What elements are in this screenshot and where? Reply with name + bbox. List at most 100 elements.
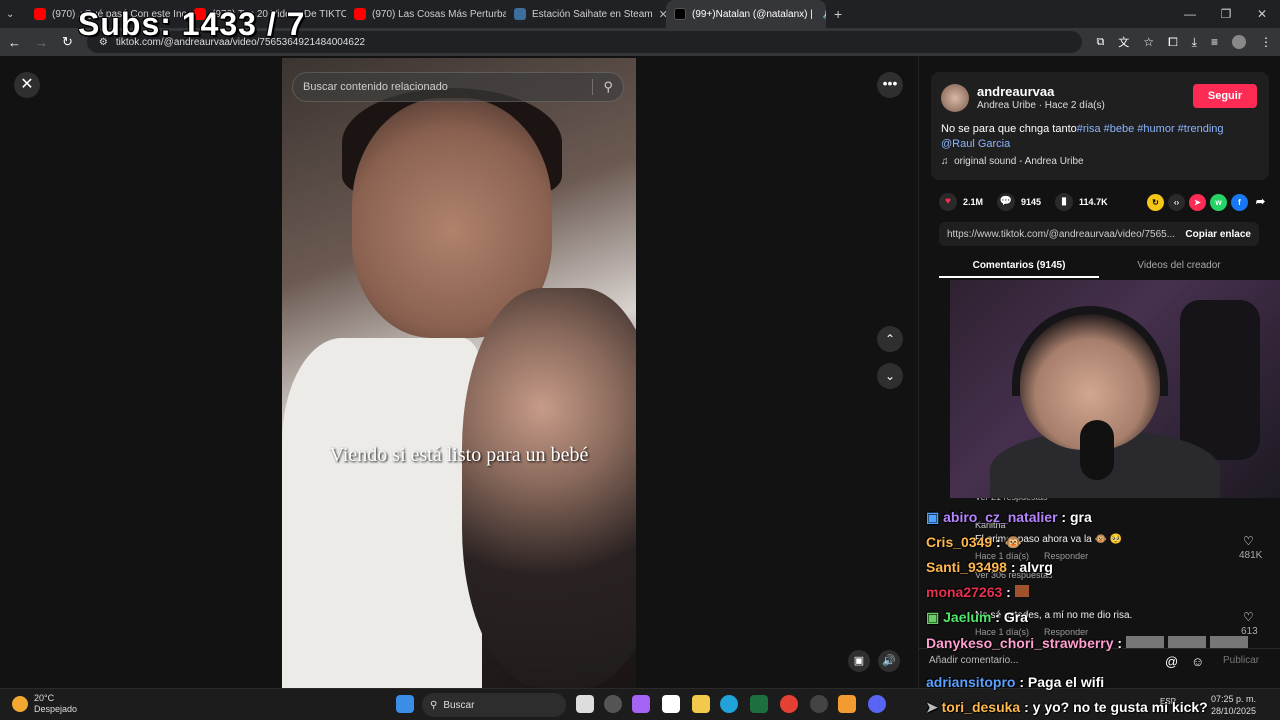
chat-message: Cris_0349 : 🐵: [926, 534, 1023, 550]
creator-avatar[interactable]: [941, 84, 969, 112]
cast-icon[interactable]: ⧉: [1096, 36, 1104, 49]
window-controls: — ❐ ✕: [1172, 0, 1280, 28]
chat-emote-icon: 🐵: [1004, 534, 1023, 550]
profile-avatar[interactable]: [1232, 35, 1246, 49]
volume-icon[interactable]: 🔊: [878, 650, 900, 672]
search-icon[interactable]: ⚲: [592, 79, 613, 95]
bookmark-icon[interactable]: ▮: [1055, 193, 1074, 211]
task-view-icon[interactable]: [576, 695, 594, 713]
extensions-icon[interactable]: ⧠: [1168, 35, 1178, 50]
chat-badge-icon: ➤: [926, 699, 938, 715]
mention-icon[interactable]: @: [1165, 654, 1178, 669]
tab-dropdown[interactable]: ⌄: [0, 0, 26, 28]
system-clock[interactable]: 07:25 p. m. 28/10/2025: [1211, 693, 1256, 717]
chat-username: mona27263: [926, 584, 1003, 600]
reload-icon[interactable]: ↻: [62, 34, 73, 50]
edge-icon[interactable]: [720, 695, 738, 713]
bookmark-star-icon[interactable]: ☆: [1143, 35, 1154, 49]
video-player[interactable]: Viendo si está listo para un bebé: [282, 58, 636, 688]
excel-icon[interactable]: [750, 695, 768, 713]
minimize-icon[interactable]: —: [1172, 0, 1208, 28]
chat-username: Jaelum: [943, 609, 992, 625]
browser-tab-active[interactable]: (99+)Natalan (@natalanx) |🔊✕: [666, 0, 826, 28]
maximize-icon[interactable]: ❐: [1208, 0, 1244, 28]
chat-username: adriansitopro: [926, 674, 1016, 690]
app-icon[interactable]: [838, 695, 856, 713]
download-icon[interactable]: ⤓: [1192, 35, 1197, 50]
chat-emote-icon: [1014, 585, 1029, 597]
facebook-icon[interactable]: f: [1231, 193, 1248, 211]
discord-icon[interactable]: [868, 695, 886, 713]
webcam-headset: [1012, 306, 1168, 396]
tab-comments[interactable]: Comentarios (9145): [939, 254, 1099, 278]
publish-button[interactable]: Publicar: [1223, 655, 1259, 666]
browser-tab[interactable]: (970) Las Cosas Más Perturbad✕: [346, 0, 506, 28]
webcam-microphone: [1080, 420, 1114, 480]
copilot-icon[interactable]: [604, 695, 622, 713]
new-tab-button[interactable]: +: [826, 0, 854, 28]
menu-icon[interactable]: ⋮: [1260, 35, 1272, 49]
media-icon[interactable]: ≡: [1211, 35, 1218, 49]
send-icon[interactable]: ➤: [1189, 193, 1206, 211]
chat-message: mona27263 :: [926, 584, 1029, 600]
more-options-button[interactable]: •••: [877, 72, 903, 98]
close-tab-icon[interactable]: ✕: [659, 8, 666, 21]
taskbar-search[interactable]: ⚲ Buscar: [422, 693, 566, 717]
mini-player-icon[interactable]: ▣: [848, 650, 870, 672]
add-comment-input[interactable]: Añadir comentario...: [929, 655, 1019, 666]
copy-link-button[interactable]: Copiar enlace: [1185, 229, 1251, 240]
chat-message: ➤ tori_desuka : y yo? no te gusta mi kic…: [926, 699, 1208, 715]
close-video-button[interactable]: ✕: [14, 72, 40, 98]
hashtag-links[interactable]: #risa #bebe #humor #trending: [1077, 123, 1224, 135]
youtube-icon: [34, 8, 46, 20]
whatsapp-icon[interactable]: w: [1210, 193, 1227, 211]
weather-widget[interactable]: 20°C Despejado: [12, 693, 77, 715]
chat-message: Santi_93498 : alvrg: [926, 559, 1053, 575]
youtube-icon: [354, 8, 366, 20]
embed-icon[interactable]: ‹›: [1168, 193, 1185, 211]
heart-icon[interactable]: ♥: [939, 193, 957, 211]
file-explorer-icon[interactable]: [692, 695, 710, 713]
next-video-button[interactable]: ⌄: [877, 363, 903, 389]
chat-badge-icon: ▣: [926, 509, 940, 525]
search-icon: ⚲: [430, 699, 438, 711]
chat-username: Danykeso_chori_strawberry: [926, 635, 1114, 651]
chat-message: ▣ abiro_cz_natalier : gra: [926, 509, 1092, 525]
comment-like-icon[interactable]: ♡: [1243, 534, 1280, 548]
video-frame-second-person: [462, 288, 636, 688]
tab-creator-videos[interactable]: Videos del creador: [1099, 254, 1259, 278]
mention-link[interactable]: @Raul Garcia: [941, 138, 1010, 150]
chat-emote-icon: [1126, 636, 1164, 648]
steam-icon[interactable]: [810, 695, 828, 713]
chat-message: ▣ Jaelum : Gra: [926, 609, 1028, 625]
emoji-icon[interactable]: ☺: [1191, 654, 1204, 669]
back-icon[interactable]: ←: [8, 35, 21, 50]
follow-button[interactable]: Seguir: [1193, 84, 1257, 108]
share-icons: ↻ ‹› ➤ w f ➦: [1147, 193, 1269, 211]
translate-icon[interactable]: 文: [1118, 34, 1129, 50]
chat-username: tori_desuka: [941, 699, 1021, 715]
browser-tab[interactable]: Estación Saihate en Steam ✕: [506, 0, 666, 28]
tiktok-icon: [674, 8, 686, 20]
music-note-icon: ♫: [941, 156, 949, 167]
previous-video-button[interactable]: ⌃: [877, 326, 903, 352]
comment-like-icon[interactable]: ♡: [1243, 610, 1280, 624]
creator-username[interactable]: andreaurvaa: [977, 84, 1054, 99]
widgets-icon[interactable]: [632, 695, 650, 713]
chat-emote-icon: [1209, 636, 1248, 648]
comment-icon[interactable]: 💬: [997, 193, 1016, 211]
post-card: andreaurvaa Andrea Uribe · Hace 2 día(s)…: [931, 72, 1269, 180]
related-search-input[interactable]: Buscar contenido relacionado ⚲: [292, 72, 624, 102]
share-link-text: https://www.tiktok.com/@andreaurvaa/vide…: [947, 228, 1176, 240]
close-window-icon[interactable]: ✕: [1244, 0, 1280, 28]
comment-like-count: 481K: [1239, 550, 1263, 561]
start-menu-icon[interactable]: [396, 695, 414, 713]
chat-message: Danykeso_chori_strawberry :: [926, 635, 1248, 651]
repost-icon[interactable]: ↻: [1147, 193, 1164, 211]
forward-icon[interactable]: →: [35, 35, 48, 50]
share-arrow-icon[interactable]: ➦: [1252, 194, 1269, 211]
sound-link[interactable]: ♫ original sound - Andrea Uribe: [941, 156, 1084, 167]
store-icon[interactable]: [662, 695, 680, 713]
chat-username: Cris_0349: [926, 534, 993, 550]
chrome-icon[interactable]: [780, 695, 798, 713]
